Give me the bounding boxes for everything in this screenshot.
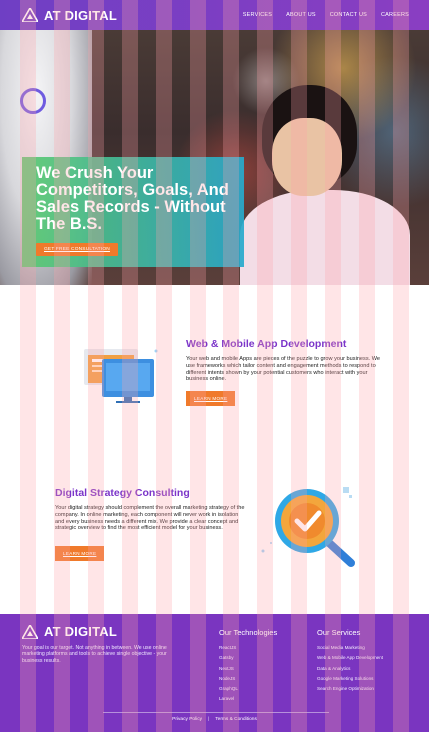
site-footer: AT DIGITAL Your goal is our target. Not … [0,614,429,732]
footer-tech-item[interactable]: ReactJS [219,643,277,653]
footer-tech-item[interactable]: NodeJS [219,674,277,684]
footer-technologies: Our Technologies ReactJS Gatsby NextJS N… [219,628,277,705]
footer-technologies-title: Our Technologies [219,628,278,637]
footer-services-title: Our Services [317,628,361,637]
footer-tech-item[interactable]: GraphQL [219,684,277,694]
footer-tech-item[interactable]: Laravel [219,694,277,704]
service-title-web-mobile: Web & Mobile App Development [186,338,347,350]
nav-contact-us[interactable]: CONTACT US [330,12,367,18]
learn-more-button-digital-strategy[interactable]: LEARN MORE [55,546,105,561]
hero-section: We Crush Your Competitors, Goals, And Sa… [0,30,429,285]
footer-service-item[interactable]: Data & Analytics [317,664,383,674]
hero-card: We Crush Your Competitors, Goals, And Sa… [22,157,244,267]
footer-service-item[interactable]: Social Media Marketing [317,643,383,653]
footer-service-item[interactable]: Search Engine Optimization [317,684,383,694]
free-consultation-button[interactable]: GET FREE CONSULTATION [36,243,118,256]
footer-tech-item[interactable]: Gatsby [219,653,277,663]
footer-brand-name: AT DIGITAL [44,624,118,639]
child-image-body [240,190,410,285]
footer-services: Our Services Social Media Marketing Web … [317,628,383,694]
footer-divider [103,712,329,713]
nav-careers[interactable]: CAREERS [381,12,409,18]
nav-about-us[interactable]: ABOUT US [286,12,316,18]
privacy-policy-link[interactable]: Privacy Policy [172,717,202,722]
footer-tech-item[interactable]: NextJS [219,664,277,674]
site-header: AT DIGITAL SERVICES ABOUT US CONTACT US … [0,0,429,30]
service-text-web-mobile: Your web and mobile Apps are pieces of t… [186,356,381,383]
brand-name: AT DIGITAL [44,7,118,23]
footer-logo[interactable]: AT DIGITAL [22,624,117,639]
child-image-face [272,118,342,196]
footer-service-item[interactable]: Google Marketing Solutions [317,674,383,684]
robot-eye [20,88,46,114]
service-text-digital-strategy: Your digital strategy should complement … [55,505,245,532]
learn-more-button-web-mobile[interactable]: LEARN MORE [186,391,236,406]
footer-about-text: Your goal is our target. Not anything in… [22,645,167,664]
footer-link-separator: | [208,717,210,722]
nav-services[interactable]: SERVICES [243,12,272,18]
logo-triangle-icon [22,624,38,639]
main-nav: SERVICES ABOUT US CONTACT US CAREERS [243,12,409,18]
brand-logo[interactable]: AT DIGITAL [22,8,117,23]
service-title-digital-strategy: Digital Strategy Consulting [55,487,190,499]
footer-legal-links: Privacy Policy | Terms & Conditions [0,717,429,722]
hero-title: We Crush Your Competitors, Goals, And Sa… [36,164,229,233]
magnifier-check-icon [261,487,355,567]
monitor-icon [84,349,158,403]
footer-service-item[interactable]: Web & Mobile App Development [317,653,383,663]
logo-triangle-icon [22,8,38,22]
terms-conditions-link[interactable]: Terms & Conditions [215,717,257,722]
